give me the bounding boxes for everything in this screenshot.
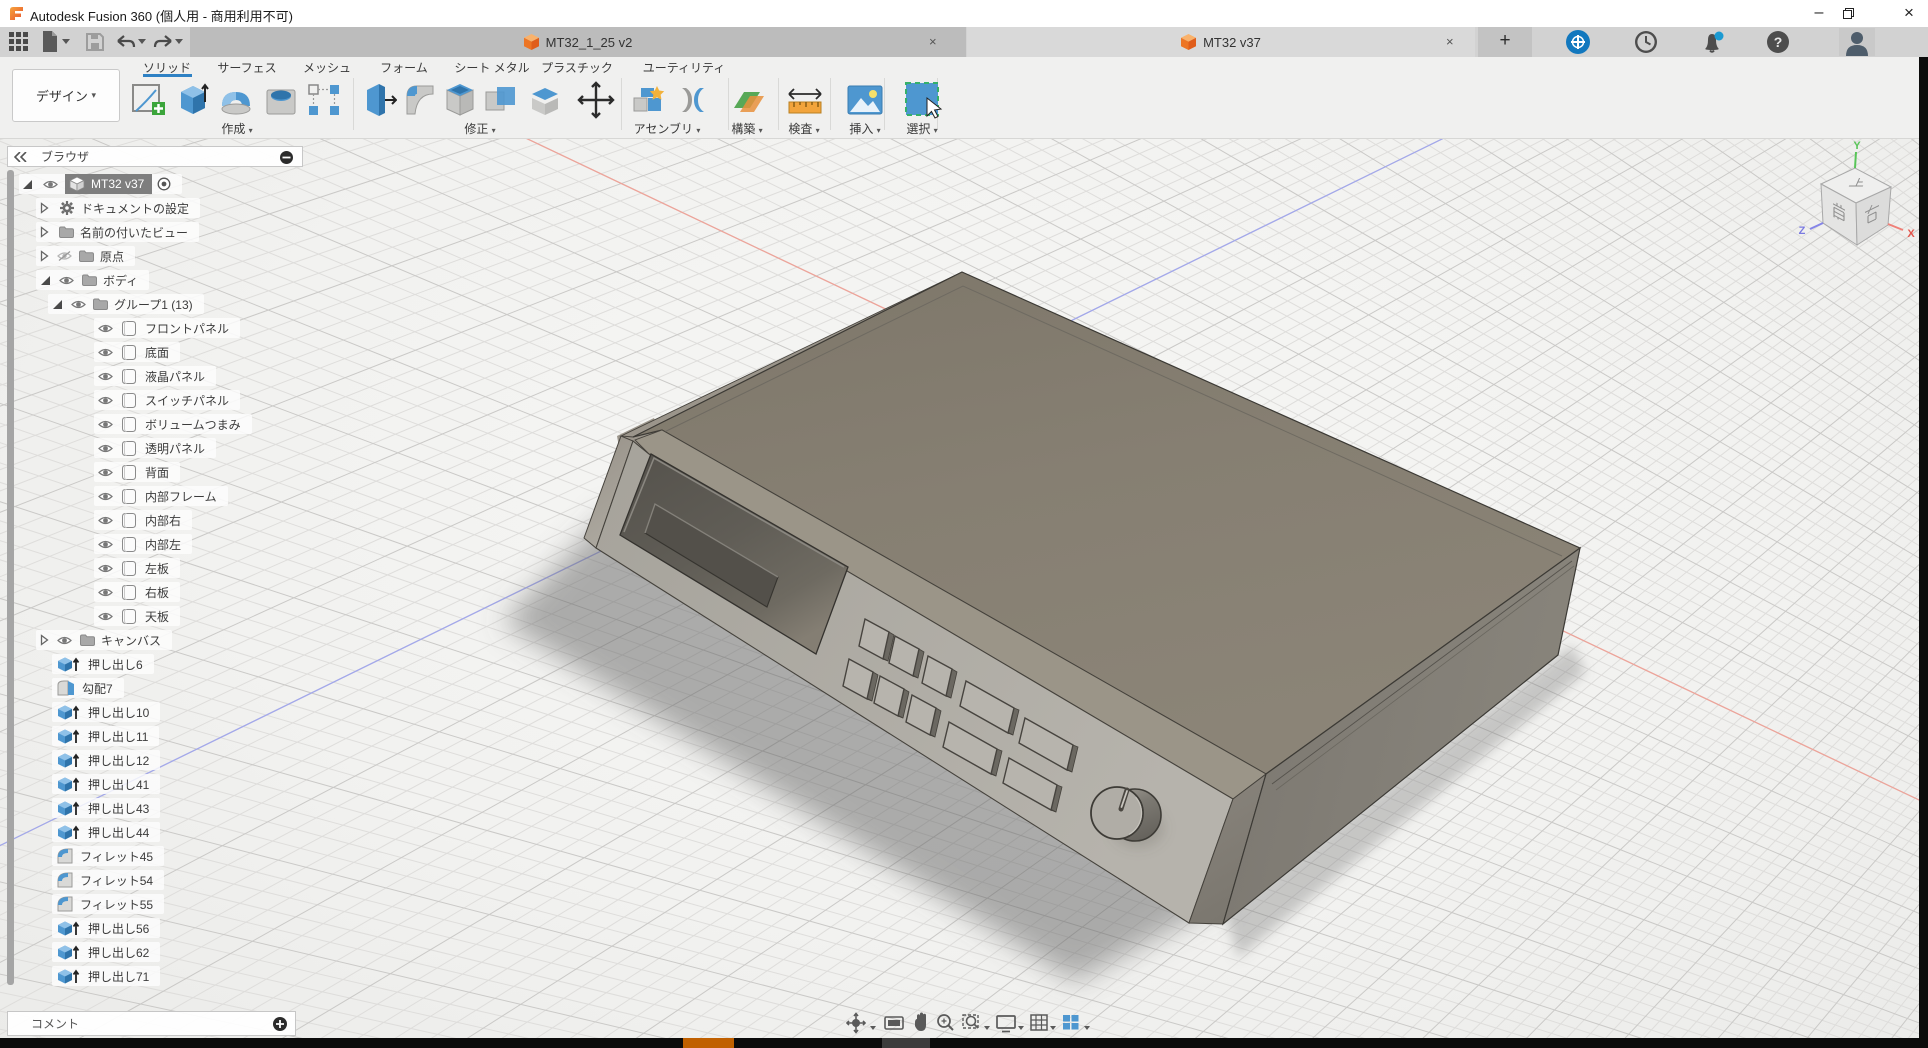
svg-text:Y: Y: [1853, 140, 1861, 152]
svg-text:X: X: [1907, 228, 1915, 240]
svg-text:?: ?: [1774, 34, 1783, 50]
svg-text:Z: Z: [1799, 225, 1806, 237]
